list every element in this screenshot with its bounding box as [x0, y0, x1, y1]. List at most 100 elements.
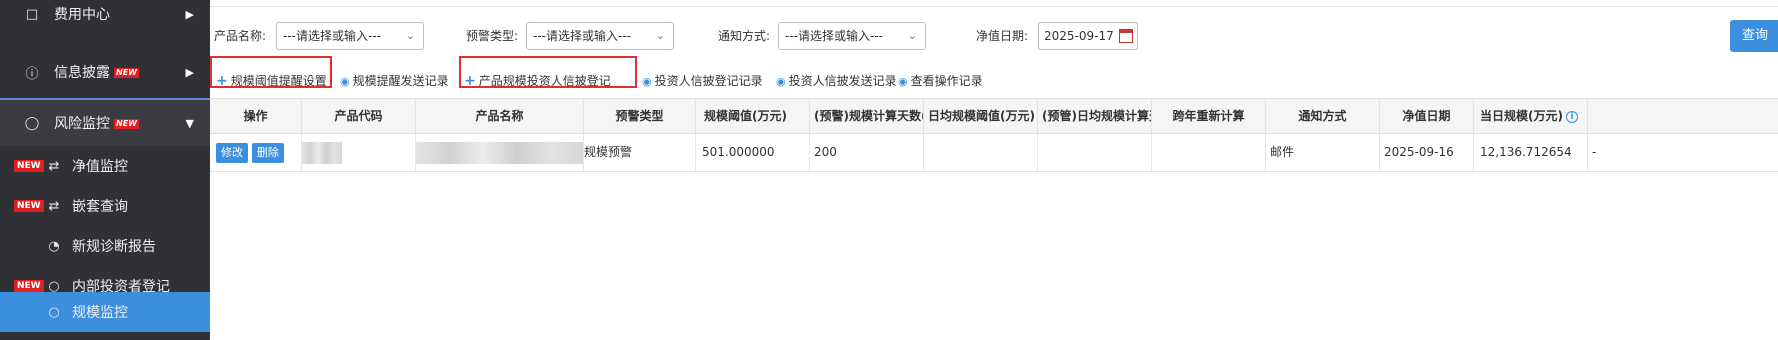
main-content: 产品名称: ---请选择或输入--- ⌄ 预警类型: ---请选择或输入--- … [210, 0, 1778, 340]
sidebar-item-disclosure[interactable]: ⓘ 信息披露 NEW ▶ [0, 50, 210, 94]
year-recalc-cell [1152, 134, 1266, 171]
chevron-right-icon: ▶ [185, 7, 194, 21]
sidebar-item-label: 费用中心 [54, 7, 110, 23]
notify-method-value: ---请选择或输入--- [785, 29, 883, 43]
disclosure-register-label: 产品规模投资人信披登记 [478, 74, 611, 88]
column-header: (预管)日均规模计算天数 [1038, 99, 1152, 133]
nav-date-input[interactable]: 2025-09-17 [1038, 22, 1138, 50]
column-header: 跨年重新计算 [1152, 99, 1266, 133]
chevron-down-icon: ▼ [185, 116, 194, 130]
table-row: 修改 删除 规模预警 501.000000 200 邮件 2025-09-16 … [210, 134, 1778, 172]
warning-type-cell: 规模预警 [584, 134, 696, 171]
investor-send-log-label: 投资人信披发送记录 [788, 74, 897, 88]
sidebar-item-scale-monitor[interactable]: ○ 规模监控 [0, 292, 210, 332]
info-icon[interactable]: i [1565, 110, 1578, 123]
column-header: 产品名称 [416, 99, 584, 133]
column-header: 操作 [210, 99, 302, 133]
investor-send-log-link[interactable]: ◉ 投资人信披发送记录 [776, 72, 897, 89]
new-badge: NEW [114, 68, 139, 78]
calc-days-cell: 200 [810, 134, 924, 171]
product-name-select[interactable]: ---请选择或输入--- ⌄ [276, 22, 424, 50]
product-name-value: ---请选择或输入--- [283, 29, 381, 43]
warning-type-value: ---请选择或输入--- [533, 29, 631, 43]
investor-register-log-link[interactable]: ◉ 投资人信披登记记录 [642, 72, 763, 89]
sidebar-item-label: 风险监控 [54, 116, 110, 132]
product-code-cell [302, 134, 416, 171]
plus-icon: + [216, 73, 228, 89]
column-header: 日均规模阈值(万元) [924, 99, 1038, 133]
chevron-down-icon: ⌄ [655, 29, 665, 42]
sidebar-item-label: 规模监控 [72, 305, 128, 321]
threshold-setting-link[interactable]: + 规模阈值提醒设置 [216, 72, 327, 89]
column-header: 产品代码 [302, 99, 416, 133]
redacted-product-name [416, 141, 583, 164]
column-header: 预警类型 [584, 99, 696, 133]
sidebar-item-label-wrap: 风险监控 NEW [54, 113, 139, 133]
edit-button[interactable]: 修改 [216, 142, 248, 163]
reminder-log-link[interactable]: ◉ 规模提醒发送记录 [340, 72, 449, 89]
table-header: 操作 产品代码 产品名称 预警类型 规模阈值(万元) (预警)规模计算天数(交易… [210, 98, 1778, 134]
shuffle-icon: ⇄ [48, 158, 60, 174]
query-button[interactable]: 查询 [1730, 20, 1778, 52]
eye-icon: ◉ [776, 75, 786, 88]
column-header: (预警)规模计算天数(交易 [810, 99, 924, 133]
chevron-down-icon: ⌄ [405, 29, 415, 42]
actions-cell: 修改 删除 [210, 134, 302, 171]
document-icon: □ [25, 6, 39, 22]
operation-log-label: 查看操作记录 [910, 74, 983, 88]
sidebar-item-nav-monitor[interactable]: NEW ⇄ 净值监控 [0, 146, 210, 186]
shuffle-icon: ⇄ [48, 198, 60, 214]
eye-icon: ◉ [898, 75, 908, 88]
sidebar-item-label: 净值监控 [72, 159, 128, 175]
nav-date-label: 净值日期: [976, 29, 1029, 43]
pie-chart-icon: ◔ [48, 238, 60, 254]
notify-method-select[interactable]: ---请选择或输入--- ⌄ [778, 22, 926, 50]
new-badge: NEW [14, 280, 44, 292]
sidebar-item-risk[interactable]: ◯ 风险监控 NEW ▼ [0, 100, 210, 146]
threshold-setting-label: 规模阈值提醒设置 [230, 74, 327, 88]
column-header: 净值日期 [1380, 99, 1474, 133]
new-badge: NEW [114, 119, 139, 129]
eye-icon: ◉ [340, 75, 350, 88]
notify-method-label: 通知方式: [718, 29, 771, 43]
sidebar-item-diagnosis-report[interactable]: ◔ 新规诊断报告 [0, 226, 210, 266]
scale-cell: 12,136.712654 [1474, 134, 1588, 171]
reminder-log-label: 规模提醒发送记录 [352, 74, 449, 88]
sidebar: □ 费用中心 ▶ ⓘ 信息披露 NEW ▶ ◯ 风险监控 NEW ▼ NEW ⇄ 净… [0, 0, 210, 340]
product-name-cell [416, 134, 584, 171]
new-badge: NEW [14, 200, 44, 212]
sidebar-item-label-wrap: 信息披露 NEW [54, 62, 139, 82]
daily-calc-days-cell [1038, 134, 1152, 171]
threshold-cell: 501.000000 [696, 134, 810, 171]
notify-cell: 邮件 [1266, 134, 1380, 171]
user-icon: ○ [48, 304, 60, 320]
daily-threshold-cell [924, 134, 1038, 171]
column-header-scale: 当日规模(万元) i [1474, 99, 1588, 133]
sidebar-item-nested-query[interactable]: NEW ⇄ 嵌套查询 [0, 186, 210, 226]
info-icon: ⓘ [25, 66, 39, 82]
sidebar-item-label: 信息披露 [54, 65, 110, 81]
plus-icon: + [464, 73, 476, 89]
calendar-icon[interactable] [1119, 29, 1133, 43]
column-header: 当日规模(万元) [1480, 109, 1563, 123]
nav-date-value: 2025-09-17 [1044, 29, 1114, 43]
redacted-product-code [302, 141, 342, 164]
chevron-down-icon: ⌄ [907, 29, 917, 42]
sidebar-item-fees[interactable]: □ 费用中心 ▶ [0, 0, 210, 28]
investor-register-log-label: 投资人信披登记记录 [654, 74, 763, 88]
eye-slash-icon: ◯ [24, 115, 40, 131]
product-name-label: 产品名称: [214, 29, 267, 43]
delete-button[interactable]: 删除 [251, 142, 284, 163]
column-header: 规模阈值(万元) [696, 99, 810, 133]
warning-type-label: 预警类型: [466, 29, 519, 43]
sidebar-item-label: 新规诊断报告 [72, 239, 156, 255]
operation-log-link[interactable]: ◉ 查看操作记录 [898, 72, 983, 89]
sidebar-item-label: 嵌套查询 [72, 199, 128, 215]
disclosure-register-link[interactable]: + 产品规模投资人信披登记 [464, 72, 611, 89]
warning-type-select[interactable]: ---请选择或输入--- ⌄ [526, 22, 674, 50]
divider [210, 6, 1778, 7]
new-badge: NEW [14, 160, 44, 172]
chevron-right-icon: ▶ [185, 65, 194, 79]
nav-date-cell: 2025-09-16 [1380, 134, 1474, 171]
column-header: 通知方式 [1266, 99, 1380, 133]
